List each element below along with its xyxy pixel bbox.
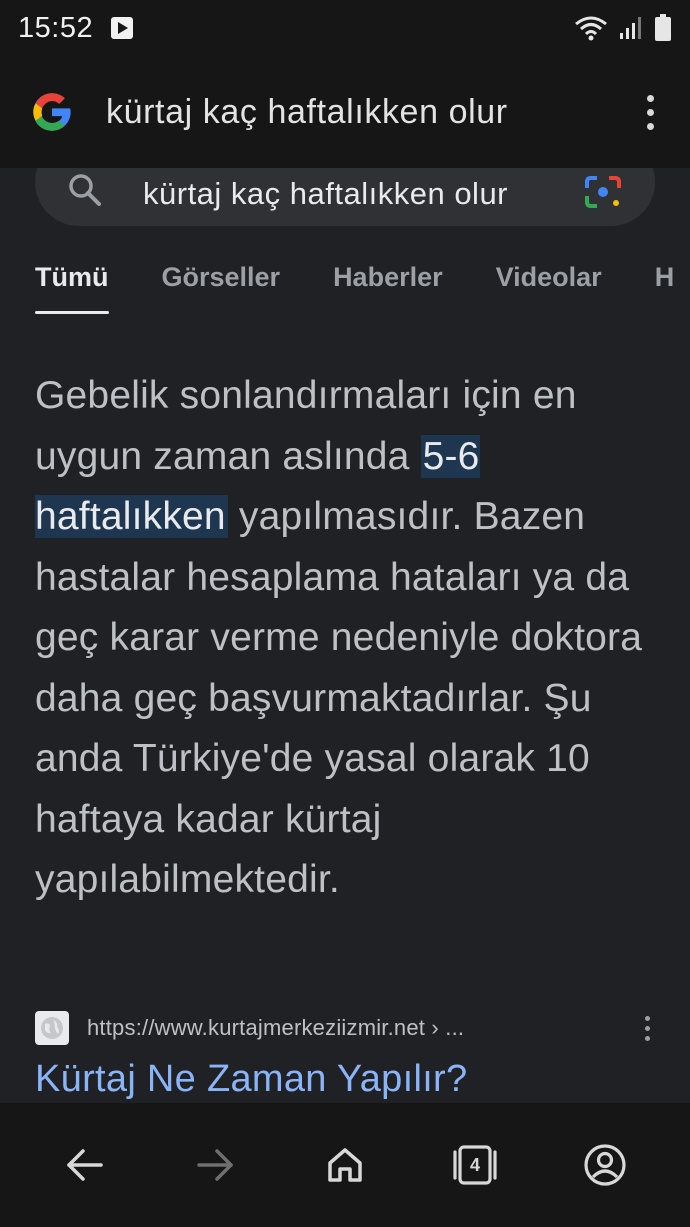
tab-count: 4 xyxy=(469,1154,480,1175)
featured-snippet-text: Gebelik sonlandırmaları için en uygun za… xyxy=(35,366,655,911)
status-icons xyxy=(574,14,672,42)
status-bar: 15:52 xyxy=(0,0,690,56)
url-query-text[interactable]: kürtaj kaç haftalıkken olur xyxy=(106,93,508,132)
tabs-button[interactable]: 4 xyxy=(445,1135,505,1195)
result-source[interactable]: https://www.kurtajmerkeziizmir.net › ... xyxy=(35,1008,655,1048)
google-logo-icon xyxy=(33,93,71,131)
home-icon xyxy=(328,1148,362,1182)
dot-icon xyxy=(644,1035,650,1041)
browser-url-bar[interactable]: kürtaj kaç haftalıkken olur xyxy=(0,56,690,168)
result-title-link[interactable]: Kürtaj Ne Zaman Yapılır? xyxy=(35,1058,467,1101)
browser-menu-button[interactable] xyxy=(640,94,660,130)
dot-icon xyxy=(646,94,654,102)
account-icon xyxy=(584,1144,626,1186)
browser-bottom-nav: 4 xyxy=(0,1103,690,1227)
tab-videos[interactable]: Videolar xyxy=(496,262,602,316)
snippet-text-before: Gebelik sonlandırmaları için en uygun za… xyxy=(35,374,577,478)
status-time: 15:52 xyxy=(18,11,94,44)
search-input[interactable]: kürtaj kaç haftalıkken olur xyxy=(143,176,508,212)
account-button[interactable] xyxy=(575,1135,635,1195)
arrow-left-icon xyxy=(67,1149,103,1181)
signal-icon xyxy=(620,17,641,39)
result-url[interactable]: https://www.kurtajmerkeziizmir.net › ... xyxy=(87,1015,464,1041)
wifi-icon xyxy=(575,16,607,41)
snippet-text-after: yapılmasıdır. Bazen hastalar hesaplama h… xyxy=(35,495,643,901)
google-lens-icon[interactable] xyxy=(583,174,623,210)
home-button[interactable] xyxy=(315,1135,375,1195)
arrow-right-icon xyxy=(197,1149,233,1181)
dot-icon xyxy=(644,1025,650,1031)
back-button[interactable] xyxy=(55,1135,115,1195)
tab-all[interactable]: Tümü xyxy=(35,262,109,316)
screen: 15:52 kürtaj kaç haftalıkken olur kürtaj… xyxy=(0,0,690,1227)
tab-more[interactable]: H xyxy=(655,262,675,316)
tab-images[interactable]: Görseller xyxy=(162,262,281,316)
dot-icon xyxy=(646,122,654,130)
media-play-icon xyxy=(111,17,134,39)
forward-button[interactable] xyxy=(185,1135,245,1195)
battery-icon xyxy=(655,14,671,41)
dot-icon xyxy=(646,108,654,116)
search-icon xyxy=(69,174,101,206)
globe-icon xyxy=(35,1011,69,1045)
dot-icon xyxy=(644,1015,650,1021)
tab-news[interactable]: Haberler xyxy=(333,262,443,316)
result-more-button[interactable] xyxy=(639,1015,655,1041)
search-tabs: Tümü Görseller Haberler Videolar H xyxy=(35,262,690,316)
